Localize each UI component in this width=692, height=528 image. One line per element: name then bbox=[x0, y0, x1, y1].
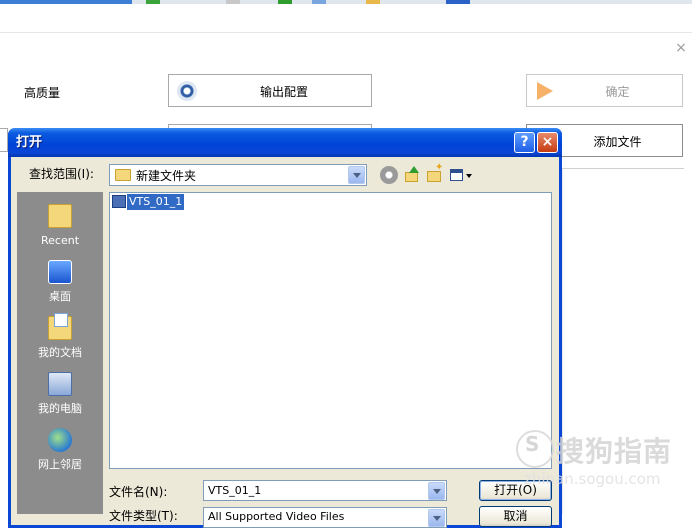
look-in-combo[interactable]: 新建文件夹 bbox=[109, 164, 367, 186]
back-icon[interactable] bbox=[380, 166, 398, 184]
my-computer-icon bbox=[48, 372, 72, 396]
place-my-computer[interactable]: 我的电脑 bbox=[17, 366, 103, 418]
taskbar-icon[interactable] bbox=[446, 0, 470, 4]
chevron-down-icon[interactable] bbox=[348, 166, 365, 184]
app-close-icon[interactable]: × bbox=[674, 40, 688, 56]
filename-input[interactable]: VTS_01_1 bbox=[203, 480, 447, 501]
place-recent[interactable]: Recent bbox=[17, 198, 103, 250]
dialog-close-button[interactable]: × bbox=[537, 132, 558, 153]
file-list[interactable] bbox=[109, 192, 552, 469]
chevron-down-icon[interactable] bbox=[428, 482, 445, 500]
network-icon bbox=[48, 428, 72, 452]
place-label: 我的电脑 bbox=[38, 402, 82, 415]
output-config-label: 输出配置 bbox=[259, 85, 308, 99]
watermark-text: 搜狗指南 bbox=[556, 435, 673, 468]
place-label: 桌面 bbox=[49, 290, 71, 303]
place-label: 网上邻居 bbox=[38, 458, 82, 471]
up-folder-icon[interactable] bbox=[403, 166, 421, 184]
new-folder-icon[interactable] bbox=[426, 162, 444, 184]
dialog-titlebar[interactable] bbox=[8, 128, 562, 157]
filename-label: 文件名(N): bbox=[109, 485, 168, 499]
filetype-value: All Supported Video Files bbox=[208, 510, 345, 523]
video-file-icon bbox=[112, 195, 126, 208]
folder-icon bbox=[115, 169, 131, 181]
look-in-label: 查找范围(I): bbox=[29, 167, 94, 181]
cancel-button[interactable]: 取消 bbox=[479, 506, 552, 527]
desktop-icon bbox=[48, 260, 72, 284]
taskbar-icon[interactable] bbox=[226, 0, 240, 4]
views-menu-icon[interactable] bbox=[449, 166, 473, 184]
place-my-documents[interactable]: 我的文档 bbox=[17, 310, 103, 362]
filetype-label: 文件类型(T): bbox=[109, 509, 178, 523]
place-label: 我的文档 bbox=[38, 346, 82, 359]
taskbar-icon[interactable] bbox=[278, 0, 292, 4]
chevron-down-icon[interactable] bbox=[428, 509, 445, 527]
file-name: VTS_01_1 bbox=[127, 194, 185, 210]
taskbar-icon[interactable] bbox=[312, 0, 326, 4]
sogou-logo-letter: S bbox=[525, 432, 540, 456]
place-label: Recent bbox=[40, 234, 80, 247]
filename-value: VTS_01_1 bbox=[208, 484, 262, 497]
place-network[interactable]: 网上邻居 bbox=[17, 422, 103, 474]
dialog-title: 打开 bbox=[16, 135, 43, 150]
recent-folder-icon bbox=[48, 204, 72, 228]
watermark-url: zhinan.sogou.com bbox=[524, 470, 661, 488]
output-config-button[interactable]: 输出配置 bbox=[168, 74, 372, 107]
place-desktop[interactable]: 桌面 bbox=[17, 254, 103, 306]
confirm-label: 确定 bbox=[605, 85, 630, 99]
taskbar-icon[interactable] bbox=[366, 0, 380, 4]
partial-control bbox=[0, 128, 8, 152]
quality-label: 高质量 bbox=[24, 86, 61, 100]
look-in-value: 新建文件夹 bbox=[136, 169, 197, 183]
confirm-button[interactable]: 确定 bbox=[526, 74, 683, 107]
taskbar-icon[interactable] bbox=[146, 0, 160, 4]
app-separator bbox=[0, 32, 692, 33]
watermark: S 搜狗指南 zhinan.sogou.com bbox=[516, 426, 692, 496]
help-button[interactable]: ? bbox=[514, 132, 535, 153]
taskbar-active-item[interactable] bbox=[0, 0, 132, 4]
my-documents-icon bbox=[48, 313, 72, 340]
filetype-combo[interactable]: All Supported Video Files bbox=[203, 507, 447, 528]
